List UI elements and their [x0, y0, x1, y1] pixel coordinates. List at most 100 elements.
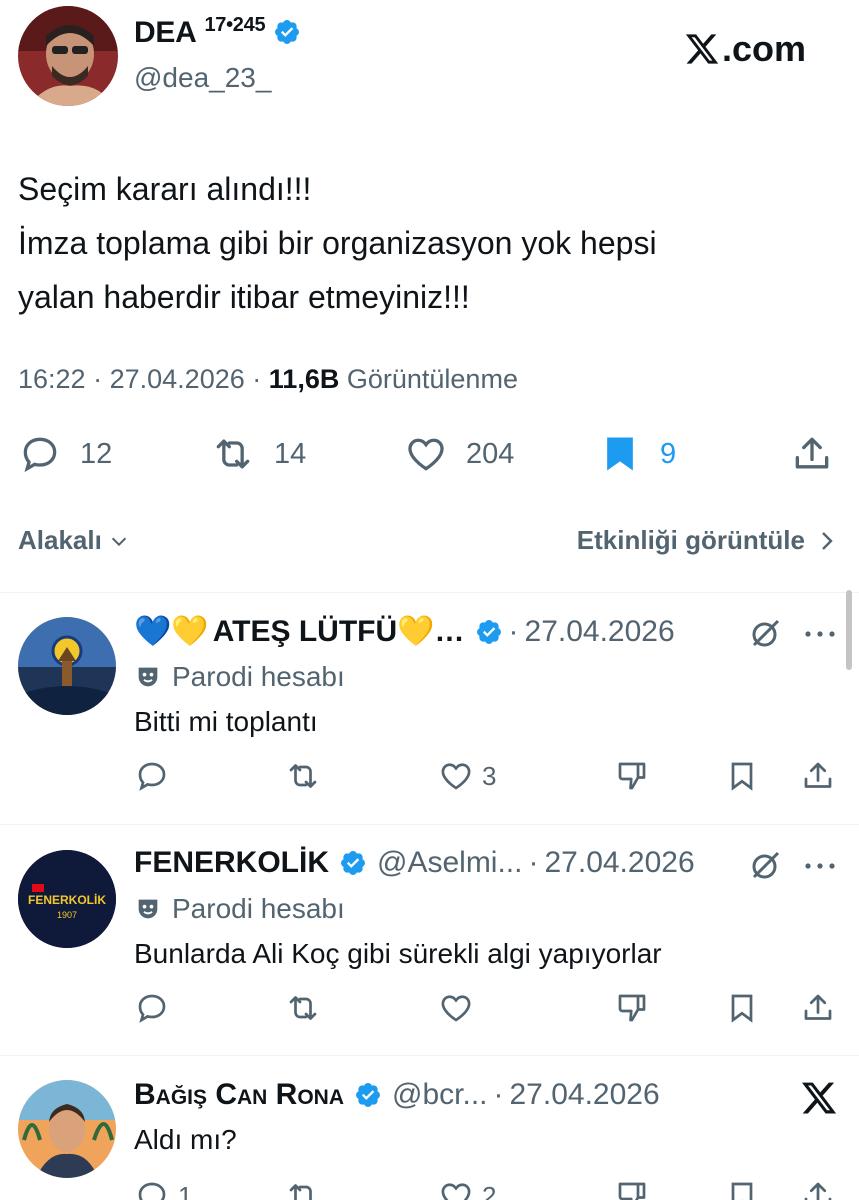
x-com-brand: .com: [684, 28, 806, 70]
view-activity-link[interactable]: Etkinliği görüntüle: [577, 525, 837, 556]
name-emoji: 💛…: [397, 615, 465, 648]
brand-text: .com: [722, 28, 807, 69]
separator: ·: [252, 364, 262, 394]
reply-button[interactable]: [134, 990, 178, 1026]
reply-avatar[interactable]: [18, 1080, 116, 1178]
parody-label: Parodi hesabı: [134, 661, 345, 693]
like-count: 2: [482, 1180, 497, 1200]
reply-date[interactable]: 27.04.2026: [510, 1078, 660, 1112]
downvote-button[interactable]: [614, 1178, 658, 1200]
reply-icon: [18, 432, 62, 476]
x-logo-icon: [684, 31, 720, 67]
share-icon: [800, 990, 836, 1026]
downvote-button[interactable]: [614, 990, 658, 1026]
reply-date[interactable]: 27.04.2026: [525, 615, 675, 649]
grok-icon[interactable]: [748, 847, 784, 883]
reply-count: 12: [80, 437, 113, 470]
heart-icon: [404, 432, 448, 476]
reply-author-handle[interactable]: @bcr...: [392, 1078, 487, 1112]
scrollbar[interactable]: [846, 590, 852, 670]
thumbs-down-icon: [614, 990, 650, 1026]
reply-header: Bağış Can Rona @bcr... · 27.04.2026: [134, 1078, 660, 1112]
reply-author-handle[interactable]: @Aselmi...: [377, 846, 522, 880]
parody-label: Parodi hesabı: [134, 893, 345, 925]
tweet-text-line: İmza toplama gibi bir organizasyon yok h…: [18, 225, 657, 261]
thumbs-down-icon: [614, 1178, 650, 1200]
bookmark-button[interactable]: 9: [598, 432, 676, 476]
reply-avatar[interactable]: [18, 617, 116, 715]
share-icon: [790, 432, 834, 476]
verified-badge-icon: [339, 849, 367, 877]
separator: ·: [493, 1078, 504, 1111]
reply-author-name[interactable]: FENERKOLİK: [134, 846, 329, 880]
downvote-button[interactable]: [614, 758, 658, 794]
verified-badge-icon: [273, 18, 301, 46]
reply-actions: 3: [134, 758, 839, 798]
repost-button[interactable]: 14: [210, 432, 306, 476]
reply-button[interactable]: 12: [18, 432, 112, 476]
share-button[interactable]: [800, 990, 844, 1026]
share-icon: [800, 758, 836, 794]
divider: [0, 824, 859, 825]
like-button[interactable]: 204: [404, 432, 514, 476]
share-button[interactable]: [790, 432, 834, 476]
tweet-text: Seçim kararı alındı!!! İmza toplama gibi…: [18, 162, 838, 324]
repost-icon: [210, 432, 256, 476]
reply-button[interactable]: 1: [134, 1178, 192, 1200]
reply-icon: [134, 1178, 170, 1200]
reply-author-name[interactable]: ATEŞ LÜTFÜ: [213, 615, 397, 649]
sort-related-dropdown[interactable]: Alakalı: [18, 525, 130, 556]
parody-text: Parodi hesabı: [172, 893, 345, 924]
reply-avatar[interactable]: FENERKOLİK 1907: [18, 850, 116, 948]
separator: ·: [93, 364, 103, 394]
divider: [0, 1055, 859, 1056]
tweet-meta: 16:22 · 27.04.2026 · 11,6B Görüntülenme: [18, 364, 518, 395]
tweet-text-line: Seçim kararı alındı!!!: [18, 171, 312, 207]
reply-author-name[interactable]: Bağış Can Rona: [134, 1078, 344, 1112]
avatar-brand-text: FENERKOLİK: [28, 892, 106, 907]
reply-button[interactable]: [134, 758, 178, 794]
view-activity-label: Etkinliği görüntüle: [576, 525, 805, 555]
share-button[interactable]: [800, 758, 844, 794]
grok-icon[interactable]: [748, 615, 784, 651]
repost-button[interactable]: [284, 1178, 330, 1200]
tweet-date[interactable]: 27.04.2026: [110, 364, 245, 394]
reply-header: 💙💛 ATEŞ LÜTFÜ 💛… · 27.04.2026: [134, 614, 675, 649]
repost-count: 14: [274, 437, 307, 470]
author-avatar[interactable]: [18, 6, 118, 106]
more-options-icon[interactable]: [804, 630, 836, 638]
like-button[interactable]: 3: [438, 758, 496, 794]
author-name[interactable]: DEA 17•245: [134, 14, 301, 50]
x-logo-icon: [800, 1079, 838, 1117]
like-button[interactable]: [438, 990, 482, 1026]
author-name-suffix: 17•245: [204, 14, 266, 36]
repost-button[interactable]: [284, 990, 330, 1026]
theater-mask-icon: [134, 895, 162, 923]
bookmark-button[interactable]: [724, 990, 768, 1026]
bookmark-filled-icon: [598, 432, 642, 476]
repost-button[interactable]: [284, 758, 330, 794]
like-button[interactable]: 2: [438, 1178, 496, 1200]
bookmark-button[interactable]: [724, 1178, 768, 1200]
reply-header: FENERKOLİK @Aselmi... · 27.04.2026: [134, 846, 695, 880]
bookmark-button[interactable]: [724, 758, 768, 794]
tweet-text-line: yalan haberdir itibar etmeyiniz!!!: [18, 279, 470, 315]
author-handle[interactable]: @dea_23_: [134, 62, 271, 94]
heart-icon: [438, 1178, 474, 1200]
thumbs-down-icon: [614, 758, 650, 794]
reply-actions: [134, 990, 839, 1030]
reply-icon: [134, 990, 170, 1026]
like-count: 204: [466, 437, 515, 470]
more-options-icon[interactable]: [804, 862, 836, 870]
reply-date[interactable]: 27.04.2026: [544, 846, 694, 880]
share-button[interactable]: [800, 1178, 844, 1200]
separator: ·: [508, 614, 519, 648]
chevron-down-icon: [108, 530, 130, 552]
author-name-text: DEA: [134, 16, 197, 49]
reply-count: 1: [178, 1180, 193, 1200]
sort-label: Alakalı: [18, 525, 102, 555]
like-count: 3: [482, 760, 497, 791]
reply-text: Bitti mi toplantı: [134, 706, 318, 737]
heart-icon: [438, 990, 474, 1026]
tweet-time[interactable]: 16:22: [18, 364, 86, 394]
